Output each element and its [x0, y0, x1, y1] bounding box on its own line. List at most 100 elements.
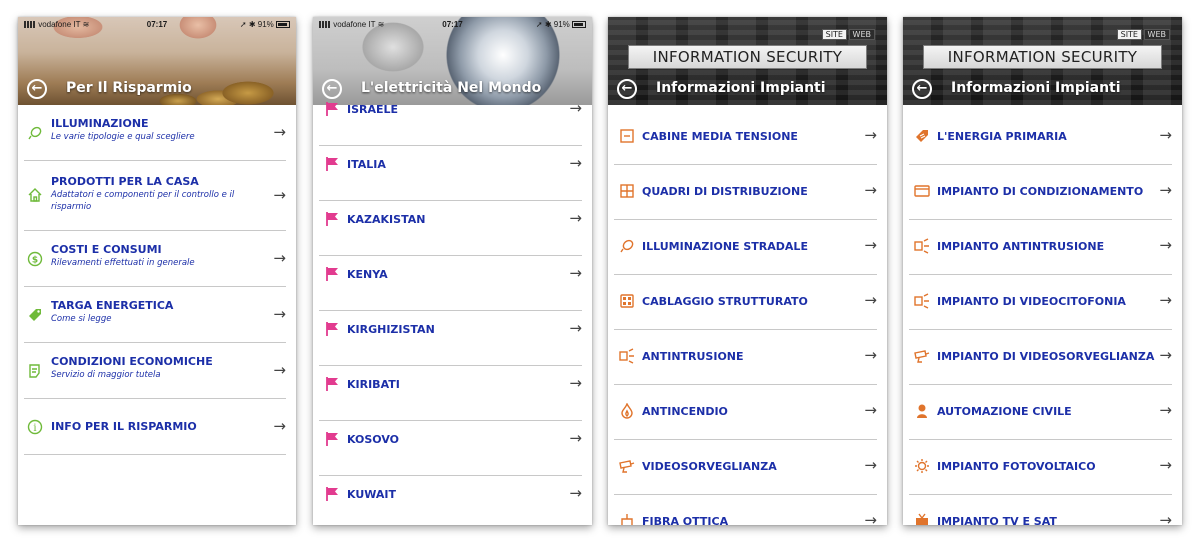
list-item[interactable]: KENYA → — [313, 256, 592, 311]
battery-percent: 91% — [553, 20, 570, 29]
item-title: IMPIANTO FOTOVOLTAICO — [937, 460, 1096, 473]
item-title: IMPIANTO ANTINTRUSIONE — [937, 240, 1105, 253]
lightbulb-icon — [619, 238, 635, 254]
list-item[interactable]: KIRIBATI → — [313, 366, 592, 421]
arrow-right-icon: → — [1159, 346, 1172, 364]
list-item[interactable]: ANTINCENDIO → — [608, 385, 887, 440]
back-button[interactable]: ← — [912, 79, 932, 99]
list-item[interactable]: VIDEOSORVEGLIANZA → — [608, 440, 887, 495]
list-item[interactable]: KAZAKISTAN → — [313, 201, 592, 256]
item-title: TARGA ENERGETICA — [51, 299, 174, 312]
energy-tag-icon — [914, 128, 930, 144]
back-button[interactable]: ← — [617, 79, 637, 99]
intercom-icon — [914, 293, 930, 309]
arrow-right-icon: → — [864, 236, 877, 254]
item-title: PRODOTTI PER LA CASA — [51, 175, 199, 188]
item-title: KUWAIT — [347, 488, 397, 501]
sun-icon — [914, 458, 930, 474]
arrow-right-icon: → — [273, 186, 286, 204]
arrow-right-icon: → — [864, 346, 877, 364]
list-item[interactable]: L'ENERGIA PRIMARIA → — [903, 110, 1182, 165]
item-title: ILLUMINAZIONE STRADALE — [642, 240, 808, 253]
screen-informazioni-impianti-2: SITE WEB INFORMATION SECURITY ← Informaz… — [903, 17, 1182, 525]
list-item[interactable]: KOSOVO → — [313, 421, 592, 476]
item-title: KAZAKISTAN — [347, 213, 426, 226]
list-item[interactable]: IMPIANTO FOTOVOLTAICO → — [903, 440, 1182, 495]
item-title: KOSOVO — [347, 433, 400, 446]
arrow-right-icon: → — [864, 456, 877, 474]
list-item[interactable]: CABINE MEDIA TENSIONE → — [608, 110, 887, 165]
security-banner: INFORMATION SECURITY — [923, 45, 1162, 69]
header-image-coins: vodafone IT ≋ 07:17 ➚ ✱ 91% ← Per Il Ris… — [18, 17, 296, 105]
flag-icon — [324, 156, 340, 172]
list-item[interactable]: $ COSTI E CONSUMI Rilevamenti effettuati i… — [18, 231, 296, 287]
grid-panel-icon — [619, 183, 635, 199]
item-title: AUTOMAZIONE CIVILE — [937, 405, 1072, 418]
intrusion-sensor-icon — [619, 348, 635, 364]
list-item[interactable]: IMPIANTO TV E SAT → — [903, 495, 1182, 525]
battery-icon — [276, 21, 290, 28]
back-button[interactable]: ← — [27, 79, 47, 99]
screen-informazioni-impianti-1: SITE WEB INFORMATION SECURITY ← Informaz… — [608, 17, 887, 525]
info-icon: i — [27, 419, 43, 435]
item-title: L'ENERGIA PRIMARIA — [937, 130, 1067, 143]
list-item[interactable]: IMPIANTO DI CONDIZIONAMENTO → — [903, 165, 1182, 220]
list-item[interactable]: ILLUMINAZIONE STRADALE → — [608, 220, 887, 275]
list-item[interactable]: KIRGHIZISTAN → — [313, 311, 592, 366]
list-item[interactable]: AUTOMAZIONE CIVILE → — [903, 385, 1182, 440]
item-subtitle: Come si legge — [51, 314, 112, 324]
list-item[interactable]: IMPIANTO DI VIDEOSORVEGLIANZA → — [903, 330, 1182, 385]
fire-icon — [619, 402, 635, 419]
list-item[interactable]: ANTINTRUSIONE → — [608, 330, 887, 385]
list-item[interactable]: QUADRI DI DISTRIBUZIONE → — [608, 165, 887, 220]
list-item[interactable]: ITALIA → — [313, 146, 592, 201]
arrow-right-icon: → — [273, 123, 286, 141]
page-title: Informazioni Impianti — [951, 80, 1121, 96]
list-item[interactable]: KUWAIT → — [313, 476, 592, 525]
flag-icon — [324, 211, 340, 227]
flag-icon — [324, 376, 340, 392]
list-item[interactable]: ISRAELE → — [313, 91, 592, 146]
item-title: ISRAELE — [347, 103, 399, 116]
tag-icon — [27, 307, 43, 323]
item-title: CABINE MEDIA TENSIONE — [642, 130, 798, 143]
list-item[interactable]: PRODOTTI PER LA CASA Adattatori e compone… — [18, 161, 296, 231]
list-item[interactable]: FIBRA OTTICA → — [608, 495, 887, 525]
item-title: IMPIANTO DI VIDEOCITOFONIA — [937, 295, 1126, 308]
house-icon — [27, 187, 43, 203]
flag-icon — [324, 101, 340, 117]
flag-icon — [324, 321, 340, 337]
list-item[interactable]: i INFO PER IL RISPARMIO → — [18, 399, 296, 455]
arrow-right-icon: → — [273, 249, 286, 267]
arrow-right-icon: → — [569, 154, 582, 172]
item-title: INFO PER IL RISPARMIO — [51, 420, 197, 433]
item-title: VIDEOSORVEGLIANZA — [642, 460, 777, 473]
security-banner: INFORMATION SECURITY — [628, 45, 867, 69]
list-item[interactable]: CABLAGGIO STRUTTURATO → — [608, 275, 887, 330]
arrow-right-icon: → — [1159, 181, 1172, 199]
list-item[interactable]: TARGA ENERGETICA Come si legge → — [18, 287, 296, 343]
item-title: KIRIBATI — [347, 378, 400, 391]
site-tag: SITE — [1116, 29, 1142, 40]
list-item[interactable]: IMPIANTO DI VIDEOCITOFONIA → — [903, 275, 1182, 330]
screen-risparmio: vodafone IT ≋ 07:17 ➚ ✱ 91% ← Per Il Ris… — [18, 17, 296, 525]
item-subtitle: Le varie tipologie e qual scegliere — [51, 132, 195, 142]
document-icon — [27, 363, 43, 379]
arrow-right-icon: → — [1159, 511, 1172, 525]
arrow-right-icon: → — [1159, 236, 1172, 254]
list-item[interactable]: IMPIANTO ANTINTRUSIONE → — [903, 220, 1182, 275]
arrow-right-icon: → — [864, 126, 877, 144]
arrow-right-icon: → — [569, 429, 582, 447]
arrow-right-icon: → — [273, 305, 286, 323]
arrow-right-icon: → — [273, 417, 286, 435]
list-item[interactable]: ILLUMINAZIONE Le varie tipologie e qual s… — [18, 105, 296, 161]
item-subtitle: Rilevamenti effettuati in generale — [51, 258, 195, 268]
list-item[interactable]: CONDIZIONI ECONOMICHE Servizio di maggior… — [18, 343, 296, 399]
person-icon — [914, 403, 930, 419]
arrow-right-icon: → — [864, 401, 877, 419]
arrow-right-icon: → — [864, 511, 877, 525]
item-title: CONDIZIONI ECONOMICHE — [51, 355, 213, 368]
page-title: Informazioni Impianti — [656, 80, 826, 96]
intrusion-sensor-icon — [914, 238, 930, 254]
status-bar: vodafone IT ≋ 07:17 ➚ ✱ 91% — [319, 20, 586, 32]
